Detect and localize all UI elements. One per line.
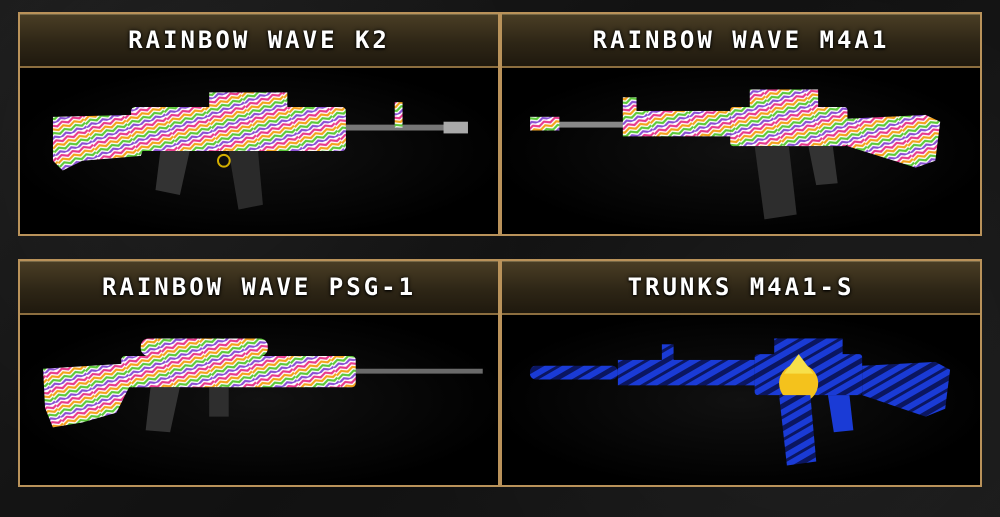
card-title: RAINBOW WAVE M4A1 (592, 26, 890, 54)
card-header: TRUNKS M4A1-S (502, 261, 980, 315)
weapon-card-m4a1[interactable]: RAINBOW WAVE M4A1 (500, 12, 982, 236)
rifle-m4a1-image (530, 89, 941, 220)
card-image-area (502, 68, 980, 234)
card-title: TRUNKS M4A1-S (627, 273, 855, 301)
card-image-area (20, 68, 498, 234)
card-image-area (20, 315, 498, 485)
card-header: RAINBOW WAVE M4A1 (502, 14, 980, 68)
weapon-card-trunks-m4a1s[interactable]: TRUNKS M4A1-S (500, 259, 982, 487)
sniper-psg1-image (43, 338, 483, 433)
rifle-trunks-m4a1s-image (529, 338, 951, 466)
card-title: RAINBOW WAVE K2 (128, 26, 390, 54)
rifle-k2-image (52, 92, 468, 210)
weapon-card-psg1[interactable]: RAINBOW WAVE PSG-1 (18, 259, 500, 487)
card-image-area (502, 315, 980, 485)
card-header: RAINBOW WAVE K2 (20, 14, 498, 68)
card-header: RAINBOW WAVE PSG-1 (20, 261, 498, 315)
card-title: RAINBOW WAVE PSG-1 (101, 273, 417, 301)
weapon-card-k2[interactable]: RAINBOW WAVE K2 (18, 12, 500, 236)
